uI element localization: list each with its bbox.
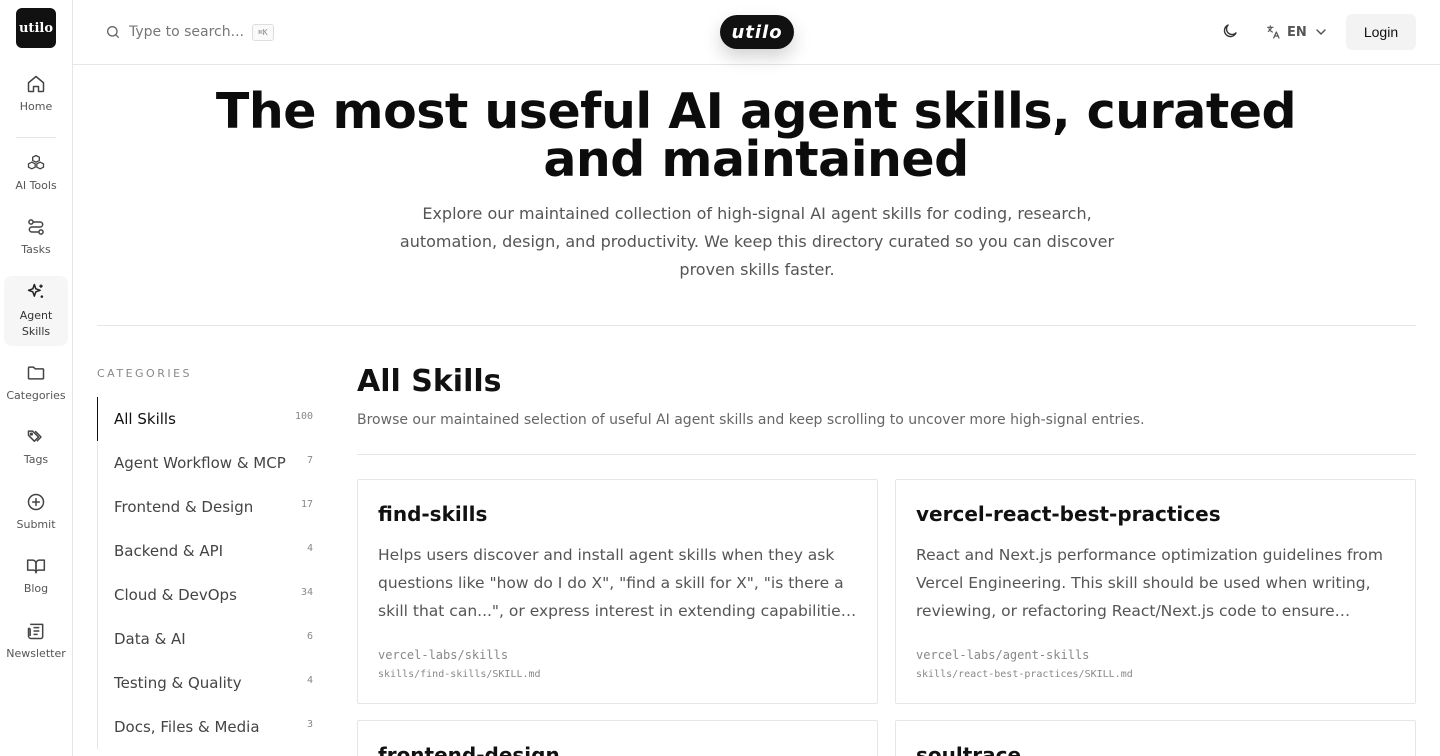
section-divider (357, 454, 1416, 455)
skill-card[interactable]: soultrace (895, 720, 1416, 756)
sidebar: utilo Home AI Tools Tasks Agent Skills C… (0, 0, 73, 756)
section-subtitle: Browse our maintained selection of usefu… (357, 412, 1145, 428)
top-header: Type to search... ⌘K utilo EN Login (73, 0, 1440, 65)
category-label: Agent Workflow & MCP (114, 454, 286, 472)
sidebar-item-submit[interactable]: Submit (4, 492, 68, 538)
skill-card-title[interactable]: find-skills (378, 502, 857, 526)
sidebar-item-label: Blog (23, 582, 49, 595)
categories-list: All Skills 100 Agent Workflow & MCP 7 Fr… (97, 397, 317, 749)
category-count: 4 (306, 674, 313, 686)
sidebar-item-label: Tasks (21, 243, 51, 256)
section-divider (97, 325, 1416, 326)
page-title: The most useful AI agent skills, curated… (215, 83, 1297, 188)
tags-icon (27, 430, 42, 442)
translate-icon (1267, 25, 1280, 39)
sidebar-item-newsletter[interactable]: Newsletter (4, 621, 68, 667)
newspaper-icon (27, 623, 44, 640)
home-icon (27, 75, 45, 93)
sidebar-item-agent-skills[interactable]: Agent Skills (4, 276, 68, 346)
workflow-icon (28, 219, 44, 235)
category-count: 34 (300, 586, 313, 598)
category-label: Testing & Quality (114, 674, 242, 692)
skill-card-description: React and Next.js performance optimizati… (916, 546, 1384, 620)
sidebar-item-label: Submit (16, 518, 56, 531)
skill-card[interactable]: frontend-design (357, 720, 878, 756)
sidebar-item-label: Categories (6, 389, 66, 402)
search-input[interactable]: Type to search... (129, 24, 244, 40)
category-count: 17 (300, 498, 313, 510)
category-count: 3 (306, 718, 313, 730)
sidebar-item-ai-tools[interactable]: AI Tools (4, 153, 68, 199)
book-icon (26, 559, 46, 574)
category-label: Cloud & DevOps (114, 586, 237, 604)
sidebar-item-label: Home (19, 100, 53, 113)
skill-card-path: skills/find-skills/SKILL.md (378, 669, 541, 680)
categories-heading: CATEGORIES (97, 367, 193, 380)
skill-card-title[interactable]: soultrace (916, 743, 1395, 756)
sparkles-icon (27, 283, 44, 298)
search-shortcut-badge: ⌘K (251, 23, 274, 41)
category-item-docs-files-media[interactable]: Docs, Files & Media 3 (98, 705, 317, 749)
language-selector[interactable]: EN (1265, 22, 1329, 42)
category-count: 100 (294, 410, 313, 422)
category-item-data-ai[interactable]: Data & AI 6 (98, 617, 317, 661)
skill-card-title[interactable]: frontend-design (378, 743, 857, 756)
sidebar-item-home[interactable]: Home (4, 74, 68, 120)
category-item-cloud-devops[interactable]: Cloud & DevOps 34 (98, 573, 317, 617)
folder-icon (27, 366, 45, 380)
skill-card-title[interactable]: vercel-react-best-practices (916, 502, 1395, 526)
sidebar-item-label: Agent Skills (19, 309, 53, 338)
moon-icon (1223, 24, 1237, 38)
sidebar-item-label: Newsletter (6, 647, 66, 660)
skill-card[interactable]: find-skills Helps users discover and ins… (357, 479, 878, 704)
sidebar-item-blog[interactable]: Blog (4, 556, 68, 602)
category-item-agent-workflow[interactable]: Agent Workflow & MCP 7 (98, 441, 317, 485)
skill-card-description: Helps users discover and install agent s… (378, 546, 854, 620)
skill-card-repo: vercel-labs/skills (378, 648, 509, 662)
category-count: 7 (306, 454, 313, 466)
category-item-all-skills[interactable]: All Skills 100 (97, 397, 317, 441)
category-label: Backend & API (114, 542, 224, 560)
skill-card-path: skills/react-best-practices/SKILL.md (916, 669, 1133, 680)
sidebar-item-categories[interactable]: Categories (4, 363, 68, 409)
sidebar-item-label: Tags (23, 453, 49, 466)
category-item-frontend-design[interactable]: Frontend & Design 17 (98, 485, 317, 529)
search-icon (107, 26, 119, 38)
chevron-down-icon (1316, 29, 1326, 36)
category-label: Frontend & Design (114, 498, 254, 516)
sidebar-item-tasks[interactable]: Tasks (4, 217, 68, 263)
theme-toggle-button[interactable] (1221, 22, 1241, 42)
sidebar-divider (16, 137, 56, 138)
sidebar-item-label: AI Tools (15, 179, 57, 192)
search-box[interactable]: Type to search... ⌘K (105, 20, 274, 44)
login-button[interactable]: Login (1346, 14, 1416, 50)
section-title: All Skills (357, 364, 502, 399)
page-subtitle: Explore our maintained collection of hig… (399, 204, 1115, 279)
category-count: 6 (306, 630, 313, 642)
app-logo[interactable]: utilo (16, 8, 56, 48)
language-label: EN (1287, 24, 1307, 40)
plus-circle-icon (27, 493, 45, 511)
skill-card-repo: vercel-labs/agent-skills (916, 648, 1090, 662)
boxes-icon (27, 154, 45, 170)
category-count: 4 (306, 542, 313, 554)
category-item-backend-api[interactable]: Backend & API 4 (98, 529, 317, 573)
brand-logo[interactable]: utilo (720, 15, 794, 49)
skill-card[interactable]: vercel-react-best-practices React and Ne… (895, 479, 1416, 704)
category-label: Data & AI (114, 630, 186, 648)
category-label: Docs, Files & Media (114, 718, 260, 736)
category-item-testing-quality[interactable]: Testing & Quality 4 (98, 661, 317, 705)
sidebar-item-tags[interactable]: Tags (4, 427, 68, 473)
category-label: All Skills (114, 410, 176, 428)
